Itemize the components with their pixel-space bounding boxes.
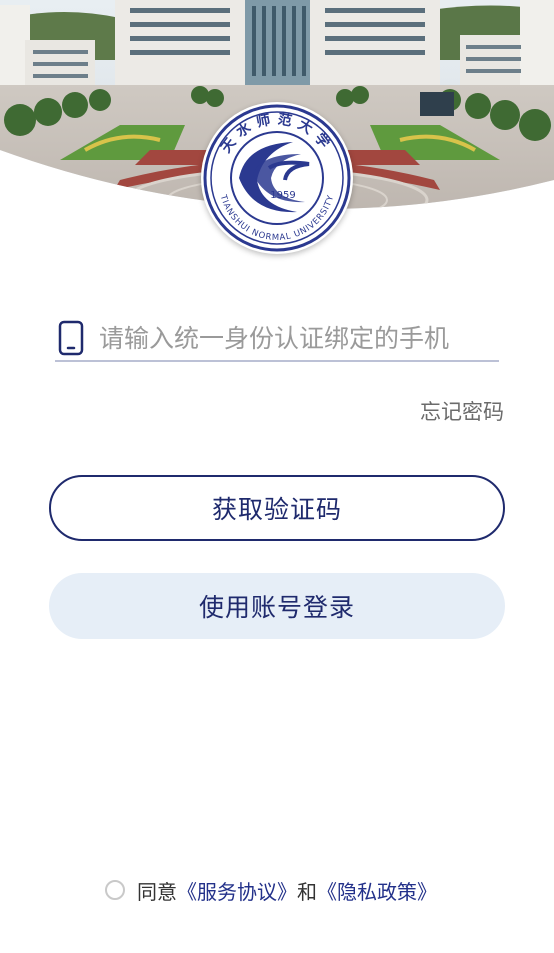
- get-verification-code-button[interactable]: 获取验证码: [49, 475, 505, 541]
- privacy-policy-link[interactable]: 《隐私政策》: [317, 876, 437, 905]
- agreement-prefix: 同意: [137, 879, 177, 904]
- agreement-joiner: 和: [297, 879, 317, 904]
- agreement-row: 同意 《服务协议》 和 《隐私政策》: [0, 875, 554, 905]
- seal-year: 1959: [270, 190, 295, 201]
- account-login-button[interactable]: 使用账号登录: [49, 573, 505, 639]
- phone-number-input[interactable]: [99, 318, 499, 358]
- university-seal-icon: 天水师范大学 TIANSHUI NORMAL UNIVERSITY 1959: [203, 104, 351, 252]
- phone-input-row: [55, 316, 499, 362]
- mobile-phone-icon: [58, 320, 84, 356]
- university-logo: 天水师范大学 TIANSHUI NORMAL UNIVERSITY 1959: [201, 102, 353, 254]
- forgot-password-link[interactable]: 忘记密码: [420, 396, 504, 426]
- agreement-radio[interactable]: [105, 880, 125, 900]
- service-agreement-link[interactable]: 《服务协议》: [177, 876, 297, 905]
